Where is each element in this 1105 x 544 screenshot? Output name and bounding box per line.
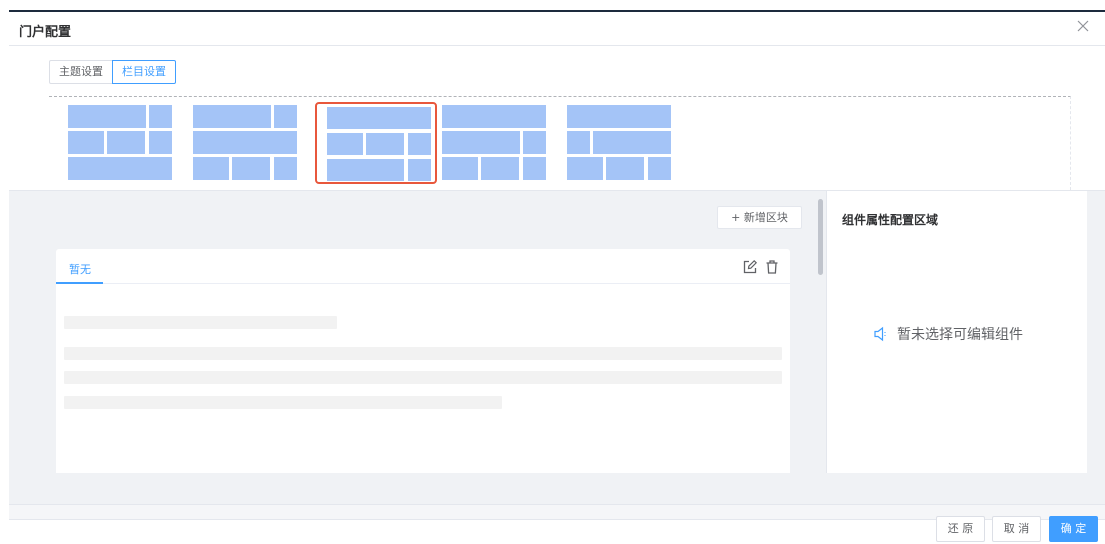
card-tab-label[interactable]: 暂无 [69,261,91,277]
edit-icon[interactable] [742,259,758,275]
editor-canvas: + 新增区块 暂无 组件属性配置区域 暂未选择可编辑组件 [9,190,1105,504]
scrollbar-thumb[interactable] [818,199,823,275]
panel-title: 组件属性配置区域 [842,213,939,227]
skeleton-line [64,316,337,329]
skeleton-line [64,396,502,409]
layout-option-4[interactable] [441,104,547,182]
portal-config-dialog: 门户配置 主题设置 栏目设置 + 新增区块 暂无 组件属性配置区域 暂未选择可编… [9,10,1105,544]
empty-state-text: 暂未选择可编辑组件 [897,327,1023,343]
confirm-button[interactable]: 确 定 [1049,516,1098,542]
layout-template-list [49,96,1071,190]
cancel-button[interactable]: 取 消 [992,516,1041,542]
card-header: 暂无 [56,249,790,284]
restore-button[interactable]: 还 原 [936,516,985,542]
skeleton-line [64,371,782,384]
layout-option-3[interactable] [315,102,437,184]
empty-state: 暂未选择可编辑组件 [873,324,1023,344]
trash-icon[interactable] [764,259,780,275]
properties-panel: 组件属性配置区域 暂未选择可编辑组件 [826,191,1087,473]
speaker-icon [874,326,886,342]
card-tab-indicator [56,282,103,284]
tab-column-settings[interactable]: 栏目设置 [112,60,176,84]
settings-tabs: 主题设置 栏目设置 [49,60,176,84]
skeleton-line [64,347,782,360]
add-block-button[interactable]: + 新增区块 [717,206,802,229]
layout-option-2[interactable] [192,104,298,182]
layout-option-1[interactable] [67,104,173,182]
dialog-header: 门户配置 [9,12,1105,46]
layout-option-5[interactable] [566,104,672,182]
block-card[interactable]: 暂无 [56,249,790,473]
close-icon[interactable] [1075,18,1091,34]
dialog-title: 门户配置 [19,25,72,40]
tab-theme-settings[interactable]: 主题设置 [49,60,113,84]
